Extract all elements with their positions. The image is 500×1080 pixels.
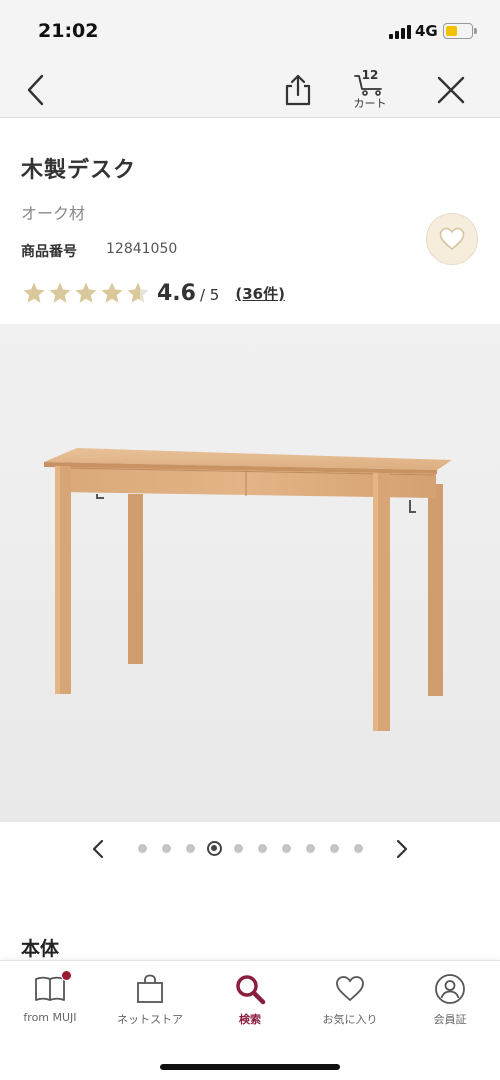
rating-row: 4.6 / 5 (36件)	[21, 279, 285, 307]
member-card-icon	[434, 973, 466, 1005]
share-icon	[285, 74, 311, 106]
network-type: 4G	[415, 22, 438, 40]
tab-label: from MUJI	[23, 1011, 77, 1024]
status-bar: 21:02 4G	[0, 0, 500, 62]
star-icon	[23, 282, 45, 303]
favorite-button[interactable]	[426, 213, 478, 265]
tab-favorites[interactable]: お気に入り	[300, 961, 400, 1039]
shopping-bag-icon	[134, 973, 166, 1005]
signal-icon	[389, 25, 411, 39]
carousel-dot[interactable]	[354, 844, 363, 853]
carousel-prev-button[interactable]	[84, 832, 112, 866]
cart-count: 12	[361, 67, 379, 82]
product-image[interactable]	[0, 324, 500, 822]
tab-search[interactable]: 検索	[200, 961, 300, 1039]
search-icon	[234, 973, 266, 1005]
tab-label: お気に入り	[322, 1013, 378, 1026]
rating-value: 4.6	[157, 280, 196, 306]
carousel-dot-active[interactable]	[207, 841, 222, 856]
carousel-dot[interactable]	[282, 844, 291, 853]
carousel-next-button[interactable]	[388, 832, 416, 866]
rating-max: / 5	[199, 286, 220, 304]
star-half-icon	[127, 282, 149, 303]
star-icon	[101, 282, 123, 303]
heart-icon	[334, 973, 366, 1005]
desk-photo	[0, 324, 500, 822]
section-heading: 本体	[21, 938, 60, 960]
close-button[interactable]	[432, 62, 470, 118]
tab-label: 検索	[239, 1013, 261, 1026]
notification-dot	[61, 970, 72, 981]
star-icon	[75, 282, 97, 303]
product-number-label: 商品番号	[21, 244, 77, 260]
carousel-dot[interactable]	[234, 844, 243, 853]
cart-label: カート	[353, 96, 387, 110]
carousel-dot[interactable]	[138, 844, 147, 853]
product-variant: オーク材	[21, 204, 86, 223]
battery-icon	[443, 23, 477, 39]
nav-bar: 12 カート	[0, 62, 500, 118]
tab-label: 会員証	[433, 1013, 467, 1026]
home-indicator	[160, 1064, 340, 1070]
heart-icon	[439, 227, 465, 251]
review-count-link[interactable]: (36件)	[235, 283, 285, 304]
tab-label: ネットストア	[117, 1013, 183, 1026]
chevron-right-icon	[396, 839, 408, 859]
chevron-left-icon	[92, 839, 104, 859]
cart-button[interactable]: 12 カート	[345, 62, 395, 118]
carousel-dot[interactable]	[306, 844, 315, 853]
carousel-dot[interactable]	[258, 844, 267, 853]
tab-net-store[interactable]: ネットストア	[100, 961, 200, 1039]
product-number: 12841050	[106, 241, 178, 257]
status-time: 21:02	[38, 20, 99, 42]
bottom-tab-bar: from MUJI ネットストア 検索 お気に入り 会員証	[0, 960, 500, 1080]
star-rating	[21, 281, 151, 305]
book-icon	[34, 970, 72, 1005]
product-title: 木製デスク	[21, 158, 137, 183]
close-icon	[437, 76, 465, 104]
carousel-dot[interactable]	[330, 844, 339, 853]
carousel-dot[interactable]	[162, 844, 171, 853]
chevron-left-icon	[27, 74, 44, 106]
tab-from-muji[interactable]: from MUJI	[0, 961, 100, 1039]
cart-icon: 12	[353, 67, 387, 96]
image-carousel-controls	[0, 832, 500, 866]
tab-member-card[interactable]: 会員証	[400, 961, 500, 1039]
share-button[interactable]	[280, 62, 316, 118]
carousel-dot[interactable]	[186, 844, 195, 853]
star-icon	[49, 282, 71, 303]
back-button[interactable]	[18, 62, 54, 118]
